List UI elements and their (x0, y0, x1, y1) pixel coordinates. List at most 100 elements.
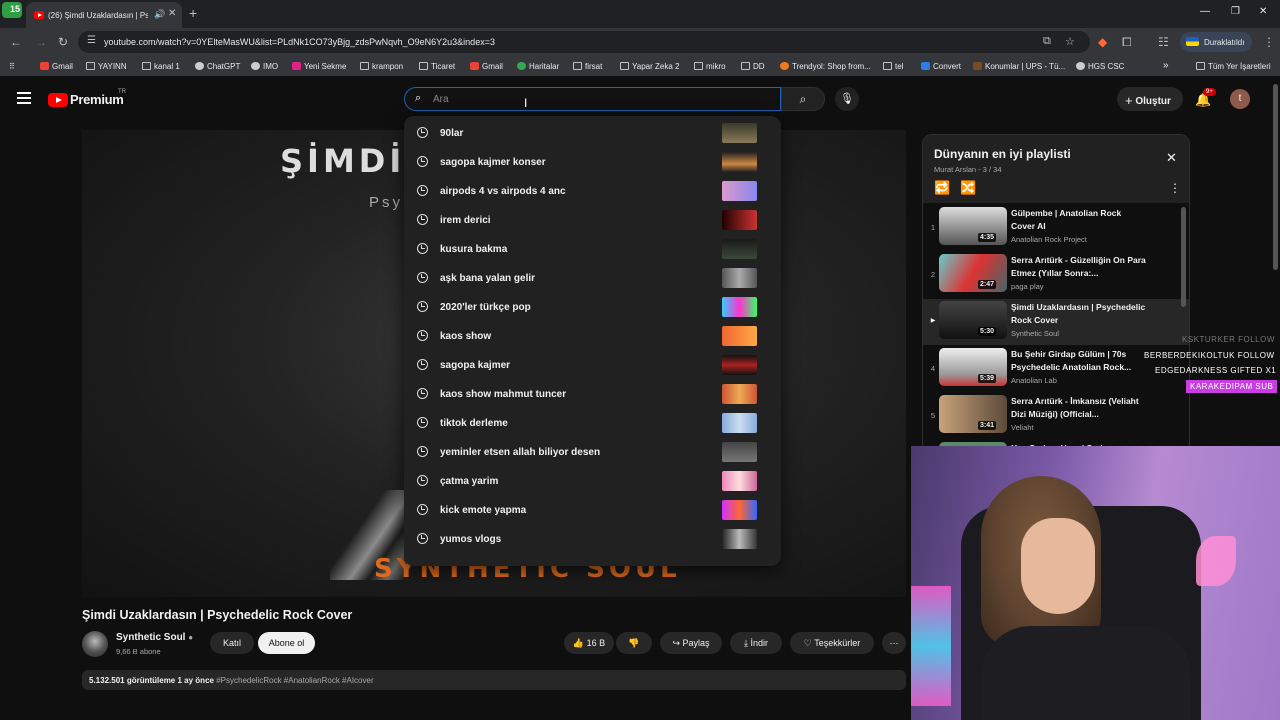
bookmark-item[interactable]: Yapar Zeka 2 (620, 62, 679, 71)
site-info-icon[interactable]: ☰ (87, 35, 96, 46)
pink-bow (1196, 536, 1236, 586)
tab-audio-icon[interactable]: 🔊 (154, 9, 165, 20)
more-actions-button[interactable]: ⋯ (882, 632, 906, 654)
playlist-item[interactable]: 4 5:39 Bu Şehir Girdap Gülüm | 70s Psych… (923, 346, 1181, 392)
tab-close-icon[interactable]: ✕ (168, 8, 176, 19)
suggestion-item[interactable]: kick emote yapma (404, 497, 781, 526)
url-text[interactable]: youtube.com/watch?v=0YElteMasWU&list=PLd… (104, 37, 495, 47)
all-bookmarks-item[interactable]: Tüm Yer İşaretleri (1196, 62, 1271, 71)
reload-icon[interactable]: ↻ (58, 35, 68, 49)
search-box[interactable]: ⌕ (404, 87, 781, 111)
search-input[interactable] (433, 91, 763, 107)
bookmark-item[interactable]: Ticaret (419, 62, 455, 71)
suggestion-item[interactable]: airpods 4 vs airpods 4 anc (404, 178, 781, 207)
subscribe-button[interactable]: Abone ol (258, 632, 315, 654)
bookmark-star-icon[interactable]: ☆ (1065, 35, 1075, 48)
bookmark-item[interactable]: Gmail (470, 62, 503, 71)
extensions-puzzle-icon[interactable]: ⧠ (1122, 35, 1132, 50)
join-button[interactable]: Katıl (210, 632, 254, 654)
history-icon (417, 417, 428, 428)
search-button[interactable]: ⌕ (781, 87, 825, 111)
flag-icon (1186, 37, 1199, 46)
playlist-title[interactable]: Dünyanın en iyi playlisti (934, 147, 1071, 161)
bookmark-item[interactable]: ChatGPT (195, 62, 240, 71)
bookmark-item[interactable]: Konumlar | UPS - Tü... (973, 62, 1065, 71)
video-description-box[interactable]: 5.132.501 görüntüleme 1 ay önce #Psyched… (82, 670, 906, 690)
browser-tab[interactable]: (26) Şimdi Uzaklardasın | Psychedelic Ro… (26, 2, 182, 28)
bookmark-item[interactable]: krampon (360, 62, 403, 71)
dislike-button[interactable]: 👎 (616, 632, 652, 654)
suggestion-item[interactable]: kusura bakma (404, 236, 781, 265)
suggestion-item[interactable]: kaos show mahmut tuncer (404, 381, 781, 410)
history-icon (417, 243, 428, 254)
like-button[interactable]: 👍 16 B (564, 632, 614, 654)
download-button[interactable]: ⤓ İndir (730, 632, 782, 654)
maximize-icon[interactable]: ❐ (1231, 6, 1240, 17)
bookmark-item[interactable]: Convert (921, 62, 961, 71)
suggestion-item[interactable]: 90lar (404, 120, 781, 149)
new-tab-icon[interactable]: + (189, 5, 197, 21)
address-bar[interactable]: ☰ youtube.com/watch?v=0YElteMasWU&list=P… (78, 31, 1090, 53)
account-avatar[interactable]: t (1230, 89, 1250, 109)
bookmark-item[interactable]: firsat (573, 62, 602, 71)
notification-count-badge: 9+ (1203, 88, 1216, 96)
youtube-logo-text[interactable]: Premium (70, 92, 124, 107)
apps-icon[interactable]: ⠿ (9, 62, 15, 71)
suggestion-item[interactable]: yeminler etsen allah biliyor desen (404, 439, 781, 468)
bookmark-item[interactable]: Trendyol: Shop from... (780, 62, 871, 71)
share-button[interactable]: ↪ Paylaş (660, 632, 722, 654)
reading-list-icon[interactable]: ☷ (1158, 35, 1169, 49)
youtube-logo-icon[interactable] (48, 93, 68, 107)
playlist-scrollbar[interactable] (1181, 207, 1186, 307)
hamburger-menu-icon[interactable] (17, 92, 31, 104)
hashtags[interactable]: #PsychedelicRock #AnatolianRock #AIcover (216, 676, 373, 685)
playlist-subtitle: Murat Arslan - 3 / 34 (934, 165, 1002, 174)
channel-name[interactable]: Synthetic Soul ● (116, 632, 193, 643)
voice-search-button[interactable]: 🎙 (835, 87, 859, 111)
bookmark-item[interactable]: YAYINN (86, 62, 127, 71)
create-button[interactable]: + Oluştur (1117, 87, 1183, 111)
back-icon[interactable]: ← (10, 35, 22, 49)
minimize-icon[interactable]: — (1200, 6, 1210, 17)
bookmarks-overflow-icon[interactable]: » (1163, 60, 1169, 71)
more-vert-icon[interactable]: ⋮ (1169, 181, 1181, 195)
page-scrollbar[interactable] (1273, 84, 1278, 270)
video-overlay-title: ŞİMDİ (280, 142, 406, 180)
playlist-item[interactable]: 1 4:35 Gülpembe | Anatolian Rock Cover A… (923, 205, 1181, 251)
suggestion-item[interactable]: çatma yarim (404, 468, 781, 497)
suggestion-thumbnail (722, 297, 757, 317)
channel-avatar[interactable] (82, 631, 108, 657)
duration-badge: 2:47 (978, 280, 997, 289)
suggestion-item[interactable]: kaos show (404, 323, 781, 352)
bookmark-item[interactable]: IMO (251, 62, 278, 71)
bookmark-item[interactable]: kanal 1 (142, 62, 180, 71)
playlist-item-current[interactable]: ▶ 5:30 Şimdi Uzaklardasın | Psychedelic … (923, 299, 1189, 345)
stream-alert: EDGEDARKNESS GIFTED X1 (1155, 366, 1277, 375)
profile-paused-button[interactable]: Duraklatıldı (1180, 32, 1252, 52)
extension-icon[interactable]: ◆ (1098, 35, 1107, 49)
suggestion-item[interactable]: sagopa kajmer (404, 352, 781, 381)
forward-icon[interactable]: → (35, 35, 47, 49)
loop-icon[interactable]: 🔁 (934, 180, 950, 196)
bookmark-item[interactable]: HGS CSC (1076, 62, 1124, 71)
shuffle-icon[interactable]: 🔀 (960, 180, 976, 196)
bookmark-item[interactable]: mikro (694, 62, 726, 71)
cast-icon[interactable]: ⧉ (1043, 35, 1051, 48)
suggestion-item[interactable]: 2020'ler türkçe pop (404, 294, 781, 323)
bookmark-item[interactable]: DD (741, 62, 765, 71)
bookmark-item[interactable]: Yeni Sekme (292, 62, 346, 71)
suggestion-item[interactable]: yumos vlogs (404, 526, 781, 555)
bookmark-item[interactable]: Gmail (40, 62, 73, 71)
playlist-item[interactable]: 2 2:47 Serra Arıtürk - Güzelliğin On Par… (923, 252, 1181, 298)
window-close-icon[interactable]: ✕ (1259, 6, 1267, 17)
suggestion-item[interactable]: tiktok derleme (404, 410, 781, 439)
suggestion-item[interactable]: sagopa kajmer konser (404, 149, 781, 178)
playlist-item[interactable]: 5 3:41 Serra Arıtürk - İmkansız (Veliaht… (923, 393, 1181, 439)
bookmark-item[interactable]: tel (883, 62, 903, 71)
bookmark-item[interactable]: Haritalar (517, 62, 559, 71)
thanks-button[interactable]: ♡ Teşekkürler (790, 632, 874, 654)
close-icon[interactable]: ✕ (1166, 150, 1177, 166)
suggestion-item[interactable]: irem derici (404, 207, 781, 236)
suggestion-item[interactable]: aşk bana yalan gelir (404, 265, 781, 294)
browser-menu-icon[interactable]: ⋮ (1263, 35, 1275, 49)
